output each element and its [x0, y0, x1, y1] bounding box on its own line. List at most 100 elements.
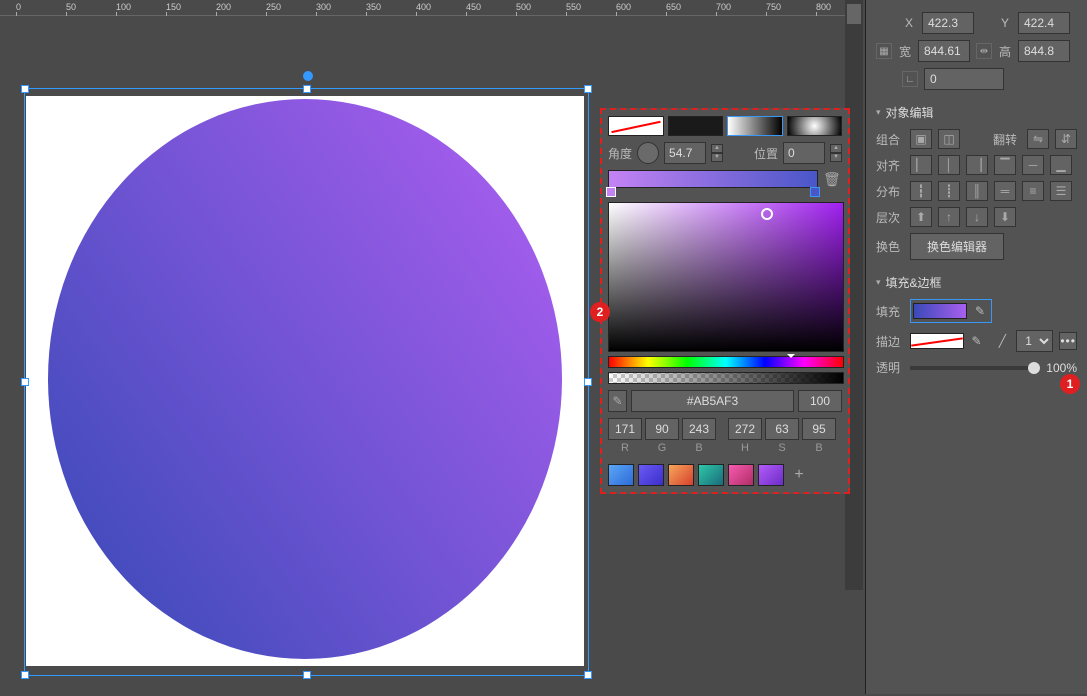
- fill-eyedropper-icon[interactable]: ✎: [971, 302, 989, 320]
- flip-h-button[interactable]: ⇋: [1027, 129, 1049, 149]
- ungroup-button[interactable]: ◫: [938, 129, 960, 149]
- ruler-tick: 450: [466, 2, 481, 12]
- preset-swatch-4[interactable]: [728, 464, 754, 486]
- pos-up[interactable]: ▲: [830, 144, 842, 153]
- br-label: B: [802, 442, 836, 454]
- pos-label: 位置: [754, 145, 778, 162]
- eyedropper-button[interactable]: ✎: [608, 390, 627, 412]
- angle-up[interactable]: ▲: [711, 144, 723, 153]
- hex-input[interactable]: [631, 390, 794, 412]
- gradient-stop-2[interactable]: [810, 187, 820, 197]
- angle-dial[interactable]: [637, 142, 659, 164]
- s-input[interactable]: [765, 418, 799, 440]
- align-top-button[interactable]: ▔: [994, 155, 1016, 175]
- resize-handle-tm[interactable]: [303, 85, 311, 93]
- grid-icon[interactable]: ▦: [876, 43, 892, 59]
- align-bottom-button[interactable]: ▁: [1050, 155, 1072, 175]
- w-input[interactable]: [918, 40, 970, 62]
- r-input[interactable]: [608, 418, 642, 440]
- corner-icon: ∟: [902, 71, 918, 87]
- fill-type-linear[interactable]: [727, 116, 783, 136]
- angle-down[interactable]: ▼: [711, 153, 723, 162]
- fill-type-solid[interactable]: [668, 116, 724, 136]
- hue-cursor[interactable]: [787, 354, 795, 358]
- angle-input[interactable]: [664, 142, 706, 164]
- flip-v-button[interactable]: ⇵: [1055, 129, 1077, 149]
- send-backward-button[interactable]: ↓: [966, 207, 988, 227]
- stroke-style-icon[interactable]: ╱: [995, 332, 1011, 350]
- pos-input[interactable]: [783, 142, 825, 164]
- alpha-slider[interactable]: [608, 372, 844, 384]
- gradient-stop-1[interactable]: [606, 187, 616, 197]
- gradient-bar[interactable]: 🗑: [608, 170, 818, 188]
- dist-v3-button[interactable]: ☰: [1050, 181, 1072, 201]
- fill-type-radial[interactable]: [787, 116, 843, 136]
- lock-ratio-icon[interactable]: ⇹: [976, 43, 992, 59]
- bring-front-button[interactable]: ⬆: [910, 207, 932, 227]
- y-input[interactable]: [1018, 12, 1070, 34]
- dist-v2-button[interactable]: ≡: [1022, 181, 1044, 201]
- corner-input[interactable]: [924, 68, 1004, 90]
- rotate-handle[interactable]: [303, 71, 313, 81]
- ruler-horizontal: 0501001502002503003504004505005506006507…: [0, 0, 845, 16]
- b-label: B: [682, 442, 716, 454]
- hue-slider[interactable]: [608, 356, 844, 368]
- stroke-swatch[interactable]: [910, 333, 964, 349]
- dist-h3-button[interactable]: ║: [966, 181, 988, 201]
- align-center-button[interactable]: │: [938, 155, 960, 175]
- align-left-button[interactable]: ▏: [910, 155, 932, 175]
- resize-handle-bl[interactable]: [21, 671, 29, 679]
- bring-forward-button[interactable]: ↑: [938, 207, 960, 227]
- h-input[interactable]: [728, 418, 762, 440]
- dist-h2-button[interactable]: ┋: [938, 181, 960, 201]
- add-preset-button[interactable]: +: [788, 464, 810, 486]
- opacity-knob[interactable]: [1028, 362, 1040, 374]
- h-label: H: [728, 442, 762, 454]
- preset-swatch-0[interactable]: [608, 464, 634, 486]
- align-middle-button[interactable]: ─: [1022, 155, 1044, 175]
- section-fill-stroke[interactable]: 填充&边框: [876, 274, 1077, 291]
- sv-cursor[interactable]: [761, 208, 773, 220]
- resize-handle-tr[interactable]: [584, 85, 592, 93]
- ruler-tick: 250: [266, 2, 281, 12]
- recolor-editor-button[interactable]: 换色编辑器: [910, 233, 1004, 260]
- scrollbar-thumb[interactable]: [847, 4, 861, 24]
- shape-ellipse[interactable]: [48, 99, 562, 659]
- g-input[interactable]: [645, 418, 679, 440]
- dist-h1-button[interactable]: ┇: [910, 181, 932, 201]
- br-input[interactable]: [802, 418, 836, 440]
- ruler-tick: 500: [516, 2, 531, 12]
- h-input[interactable]: [1018, 40, 1070, 62]
- stroke-width-select[interactable]: 1: [1016, 330, 1053, 352]
- preset-swatch-1[interactable]: [638, 464, 664, 486]
- ruler-tick: 800: [816, 2, 831, 12]
- stroke-eyedropper-icon[interactable]: ✎: [968, 332, 986, 350]
- resize-handle-tl[interactable]: [21, 85, 29, 93]
- opacity-label: 透明: [876, 359, 904, 376]
- saturation-value-box[interactable]: [608, 202, 844, 352]
- b-input[interactable]: [682, 418, 716, 440]
- preset-swatch-3[interactable]: [698, 464, 724, 486]
- x-input[interactable]: [922, 12, 974, 34]
- align-right-button[interactable]: ▕: [966, 155, 988, 175]
- preset-swatch-5[interactable]: [758, 464, 784, 486]
- resize-handle-bm[interactable]: [303, 671, 311, 679]
- fill-swatch-wrap[interactable]: ✎: [910, 299, 992, 323]
- pos-down[interactable]: ▼: [830, 153, 842, 162]
- alpha-input[interactable]: [798, 390, 842, 412]
- group-button[interactable]: ▣: [910, 129, 932, 149]
- fill-swatch[interactable]: [913, 303, 967, 319]
- distribute-label: 分布: [876, 183, 904, 200]
- resize-handle-mr[interactable]: [584, 378, 592, 386]
- ruler-tick: 650: [666, 2, 681, 12]
- preset-swatch-2[interactable]: [668, 464, 694, 486]
- fill-type-none[interactable]: [608, 116, 664, 136]
- section-object-edit[interactable]: 对象编辑: [876, 104, 1077, 121]
- send-back-button[interactable]: ⬇: [994, 207, 1016, 227]
- delete-stop-icon[interactable]: 🗑: [823, 171, 839, 187]
- opacity-slider[interactable]: [910, 366, 1040, 370]
- stroke-more-button[interactable]: •••: [1059, 332, 1077, 350]
- dist-v1-button[interactable]: ═: [994, 181, 1016, 201]
- resize-handle-br[interactable]: [584, 671, 592, 679]
- ruler-tick: 100: [116, 2, 131, 12]
